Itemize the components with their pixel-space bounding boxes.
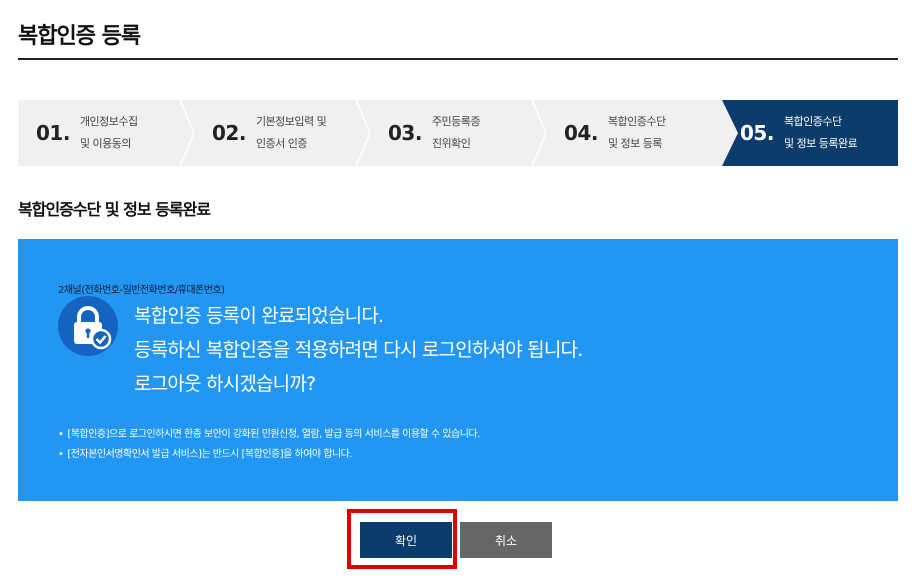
step-label-line1: 복합인증수단 <box>607 115 666 128</box>
step-3: 03. 주민등록증 진위확인 <box>370 100 547 166</box>
step-number: 01. <box>36 121 70 145</box>
section-title: 복합인증수단 및 정보 등록완료 <box>18 200 211 219</box>
step-arrow-icon <box>722 100 738 166</box>
step-label-line2: 인증서 인증 <box>255 137 308 150</box>
step-label-line2: 및 이용동의 <box>79 137 132 150</box>
step-indicator: 01. 개인정보수집 및 이용동의 02. 기본정보입력 및 인증서 인증 03… <box>18 100 898 166</box>
step-label-line2: 및 정보 등록 <box>607 137 663 150</box>
lock-check-icon <box>58 296 118 356</box>
note-item: [복합인증]으로 로그인하시면 한층 보안이 강화된 민원신청, 열람, 발급 … <box>58 425 480 445</box>
step-number: 05. <box>740 121 774 145</box>
completion-panel: 2채널(전화번호-일반전화번호/휴대폰번호) 복합인증 등록이 완료되었습니다.… <box>18 239 898 501</box>
confirm-button[interactable]: 확인 <box>360 522 452 558</box>
notes-list: [복합인증]으로 로그인하시면 한층 보안이 강화된 민원신청, 열람, 발급 … <box>58 425 480 465</box>
message-line-2: 등록하신 복합인증을 적용하려면 다시 로그인하셔야 됩니다. <box>134 339 583 361</box>
channel-label: 2채널(전화번호-일반전화번호/휴대폰번호) <box>58 285 225 296</box>
step-2: 02. 기본정보입력 및 인증서 인증 <box>194 100 371 166</box>
step-4: 04. 복합인증수단 및 정보 등록 <box>546 100 722 166</box>
step-label-line1: 개인정보수집 <box>79 115 138 128</box>
note-item: [전자본인서명확인서 발급 서비스]는 반드시 [복합인증]을 하여야 합니다. <box>58 445 480 465</box>
step-5-current: 05. 복합인증수단 및 정보 등록완료 <box>722 100 898 166</box>
step-label-line2: 및 정보 등록완료 <box>783 137 858 150</box>
message-line-1: 복합인증 등록이 완료되었습니다. <box>134 305 384 327</box>
step-number: 04. <box>564 121 598 145</box>
step-1: 01. 개인정보수집 및 이용동의 <box>18 100 195 166</box>
step-label-line1: 기본정보입력 및 <box>255 115 327 128</box>
step-number: 03. <box>388 121 422 145</box>
message-line-3: 로그아웃 하시겠습니까? <box>134 373 316 395</box>
completion-messages: 복합인증 등록이 완료되었습니다. 등록하신 복합인증을 적용하려면 다시 로그… <box>134 299 583 401</box>
cancel-button[interactable]: 취소 <box>460 522 552 558</box>
page-title: 복합인증 등록 <box>18 24 141 49</box>
step-label-line2: 진위확인 <box>431 137 471 150</box>
step-label-line1: 주민등록증 <box>431 115 481 128</box>
step-label-line1: 복합인증수단 <box>783 115 842 128</box>
title-divider <box>18 58 898 60</box>
step-number: 02. <box>212 121 246 145</box>
